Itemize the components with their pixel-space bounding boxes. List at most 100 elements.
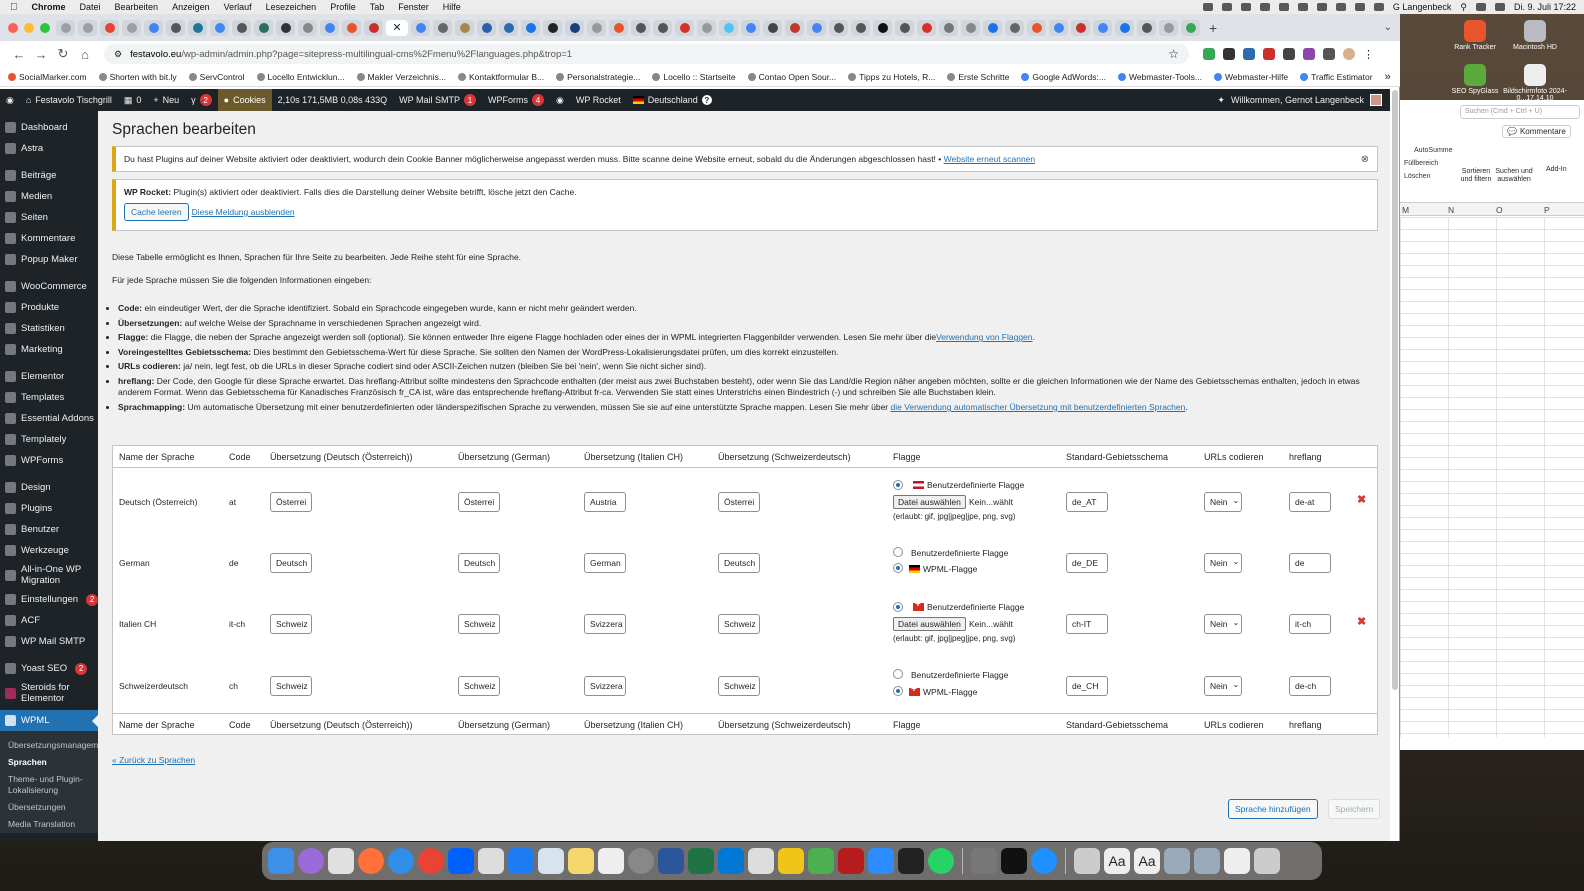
yoast-link[interactable]: γ2 (185, 89, 218, 111)
menu-fenster[interactable]: Fenster (398, 2, 429, 12)
bookmark-item[interactable]: Makler Verzeichnis... (356, 72, 446, 82)
browser-tab[interactable] (697, 19, 716, 36)
minimize-window-icon[interactable] (24, 23, 34, 33)
comments-button[interactable]: 💬 Kommentare (1502, 125, 1571, 138)
wpml-flag-radio[interactable] (893, 563, 903, 573)
dropbox-icon[interactable] (448, 848, 474, 874)
sidebar-item-wpml[interactable]: WPML (0, 710, 98, 731)
encode-urls-select[interactable]: Nein (1204, 676, 1242, 696)
terminal-icon[interactable] (1001, 848, 1027, 874)
maximize-window-icon[interactable] (40, 23, 50, 33)
account-menu[interactable]: ✦ Willkommen, Gernot Langenbeck (1217, 89, 1382, 111)
browser-tab[interactable] (455, 19, 474, 36)
comments-link[interactable]: ▦ 0 (118, 89, 148, 111)
browser-tab[interactable] (851, 19, 870, 36)
app-icon[interactable] (538, 848, 564, 874)
translation-input[interactable]: Schweiz (718, 676, 760, 696)
browser-tab[interactable] (166, 19, 185, 36)
bookmark-item[interactable]: Contao Open Sour... (747, 72, 836, 82)
query-monitor-stats[interactable]: 2,10s 171,5MB 0,08s 433Q (272, 89, 394, 111)
sidebar-item-kommentare[interactable]: Kommentare (0, 228, 98, 249)
trash-icon[interactable] (1254, 848, 1280, 874)
battery-icon[interactable] (1354, 3, 1365, 11)
browser-tab[interactable] (298, 19, 317, 36)
browser-tab[interactable] (364, 19, 383, 36)
dropbox-icon[interactable] (1240, 3, 1251, 11)
chrome-icon[interactable] (418, 848, 444, 874)
browser-tab[interactable] (653, 19, 672, 36)
browser-tab[interactable] (144, 19, 163, 36)
browser-tab[interactable] (78, 19, 97, 36)
find-select-button[interactable]: Suchen und auswählen (1494, 168, 1534, 184)
bookmark-item[interactable]: Kontaktformular B... (457, 72, 544, 82)
translation-input[interactable]: Österrei (458, 492, 500, 512)
extension-icon[interactable] (1283, 48, 1295, 60)
browser-tab[interactable] (276, 19, 295, 36)
control-center-icon[interactable] (1475, 3, 1486, 11)
hreflang-input[interactable]: de (1289, 553, 1331, 573)
sidebar-item-design[interactable]: Design (0, 477, 98, 498)
drive-extension-icon[interactable] (1203, 48, 1215, 60)
sidebar-item-dashboard[interactable]: Dashboard (0, 117, 98, 138)
app-icon[interactable] (1074, 848, 1100, 874)
auto-translation-link[interactable]: die Verwendung automatischer Übersetzung… (891, 402, 1186, 412)
translation-input[interactable]: Austria (584, 492, 626, 512)
extension-icon[interactable] (1223, 48, 1235, 60)
locale-input[interactable]: ch-IT (1066, 614, 1108, 634)
site-name-link[interactable]: ⌂ Festavolo Tischgrill (20, 89, 118, 111)
browser-tab[interactable] (1093, 19, 1112, 36)
submenu-media-translation[interactable]: Media Translation (0, 816, 98, 833)
browser-tab[interactable] (917, 19, 936, 36)
status-icon[interactable] (1316, 3, 1327, 11)
sidebar-item-werkzeuge[interactable]: Werkzeuge (0, 540, 98, 561)
wpml-flag-radio[interactable] (893, 686, 903, 696)
close-tab-icon[interactable]: ✕ (392, 21, 401, 34)
sidebar-item-steroids[interactable]: Steroids for Elementor (0, 679, 98, 707)
extension-icon[interactable] (1303, 48, 1315, 60)
browser-tab[interactable] (587, 19, 606, 36)
app-icon[interactable] (748, 848, 774, 874)
notes-icon[interactable] (568, 848, 594, 874)
bookmark-item[interactable]: ServControl (188, 72, 245, 82)
app-icon[interactable] (778, 848, 804, 874)
sidebar-item-popup-maker[interactable]: Popup Maker (0, 249, 98, 270)
forward-arrow-icon[interactable]: → (30, 47, 52, 62)
browser-tab[interactable] (807, 19, 826, 36)
browser-tab[interactable] (609, 19, 628, 36)
wp-mail-smtp-link[interactable]: WP Mail SMTP 1 (393, 89, 482, 111)
menu-verlauf[interactable]: Verlauf (224, 2, 252, 12)
app-icon[interactable] (808, 848, 834, 874)
bookmark-item[interactable]: Tipps zu Hotels, R... (848, 72, 935, 82)
messages-icon[interactable] (928, 848, 954, 874)
column-o[interactable]: O (1496, 205, 1503, 215)
bookmark-item[interactable]: Locello Entwicklun... (256, 72, 345, 82)
sidebar-item-elementor[interactable]: Elementor (0, 366, 98, 387)
app-icon[interactable] (1031, 848, 1057, 874)
browser-tab[interactable] (122, 19, 141, 36)
wpforms-link[interactable]: WPForms 4 (482, 89, 550, 111)
active-browser-tab[interactable]: ✕ (386, 19, 408, 36)
browser-tab[interactable] (100, 19, 119, 36)
hreflang-input[interactable]: de-at (1289, 492, 1331, 512)
menu-hilfe[interactable]: Hilfe (443, 2, 461, 12)
bookmark-item[interactable]: Shorten with bit.ly (98, 72, 177, 82)
browser-tab[interactable] (342, 19, 361, 36)
browser-tab[interactable] (56, 19, 75, 36)
sidebar-item-einstellungen[interactable]: Einstellungen 2 (0, 589, 98, 610)
more-menu-icon[interactable]: ⋮ (1363, 48, 1374, 61)
finder-icon[interactable] (268, 848, 294, 874)
word-icon[interactable] (658, 848, 684, 874)
custom-flag-radio[interactable] (893, 602, 903, 612)
choose-file-button[interactable]: Datei auswählen (893, 495, 966, 509)
status-icon[interactable] (1278, 3, 1289, 11)
hreflang-input[interactable]: it-ch (1289, 614, 1331, 634)
sidebar-item-wpforms[interactable]: WPForms (0, 450, 98, 471)
bluetooth-icon[interactable] (1335, 3, 1346, 11)
browser-tab[interactable] (1049, 19, 1068, 36)
sidebar-item-woocommerce[interactable]: WooCommerce (0, 276, 98, 297)
tab-search-icon[interactable]: ⌄ (1384, 22, 1392, 33)
sparkle-icon[interactable]: ✦ (1217, 95, 1225, 106)
translation-input[interactable]: Schweiz (718, 614, 760, 634)
browser-tab[interactable] (741, 19, 760, 36)
translation-input[interactable]: Schweiz (458, 614, 500, 634)
